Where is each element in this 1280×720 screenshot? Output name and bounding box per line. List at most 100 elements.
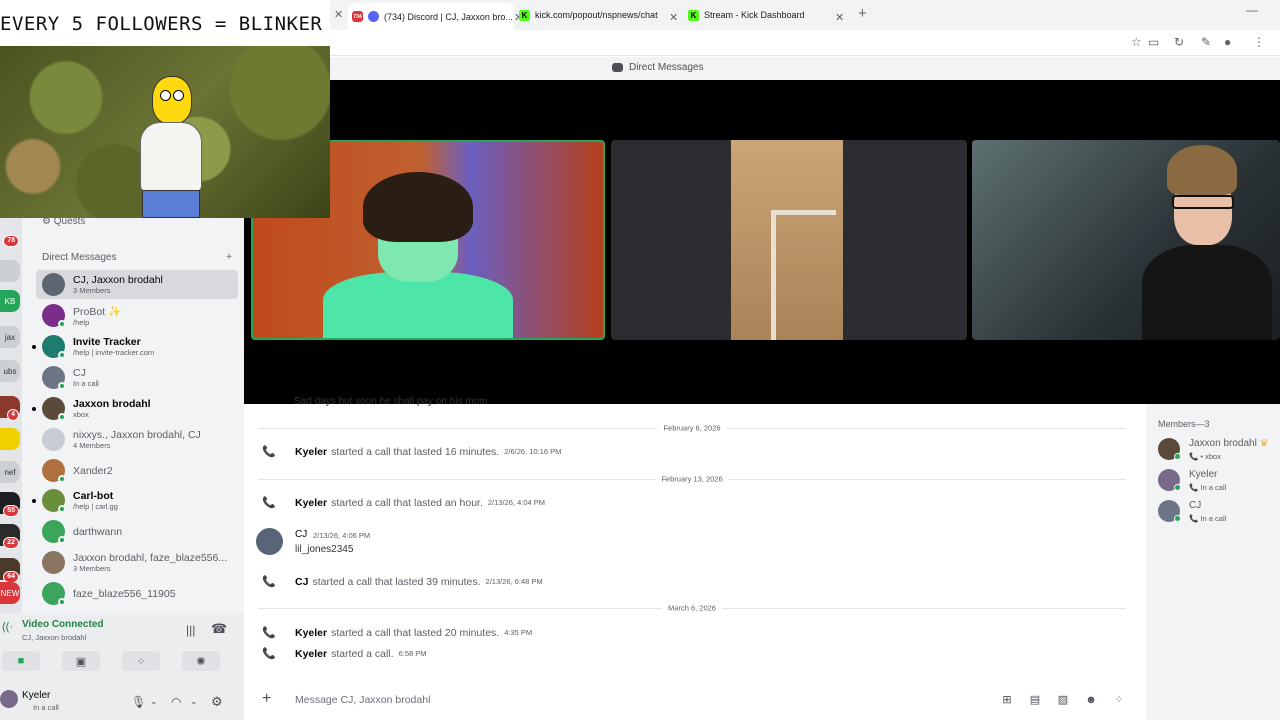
minimize-window-button[interactable]: — (1246, 3, 1258, 17)
status-indicator (58, 598, 66, 606)
activities-button[interactable]: ⁘ (122, 651, 160, 671)
create-dm-button[interactable]: + (226, 252, 232, 263)
microphone-icon[interactable]: 🎙 (131, 695, 146, 709)
message-text: Sad days but soon he shall pay on his mo… (294, 396, 488, 407)
status-indicator (1174, 515, 1181, 522)
chevron-down-icon[interactable]: ⌄ (150, 696, 158, 707)
phone-icon: 📞 (262, 576, 276, 588)
new-tab-button[interactable]: + (858, 5, 867, 22)
server-icon[interactable]: 78 (0, 222, 20, 247)
server-icon[interactable]: jax (0, 326, 20, 348)
server-icon[interactable] (0, 260, 20, 282)
server-icon[interactable]: 64 (0, 558, 20, 583)
apps-icon[interactable]: ⁘ (1113, 694, 1125, 706)
video-button[interactable]: ■ (2, 651, 40, 671)
avatar[interactable] (0, 690, 18, 708)
dm-item[interactable]: darthwann (36, 517, 238, 546)
menu-icon[interactable]: ⋮ (1253, 35, 1265, 49)
phone-icon: 📞 (1189, 514, 1199, 523)
server-icon[interactable] (0, 428, 20, 450)
call-author[interactable]: Kyeler (295, 497, 327, 509)
address-bar[interactable]: ☆ ▭ ↻ ✎ ● ⋮ (328, 30, 1280, 56)
dm-item[interactable]: CJ In a call (36, 363, 238, 392)
dm-item[interactable]: Invite Tracker/help | invite-tracker.com (32, 332, 238, 361)
server-icon[interactable]: KB (0, 290, 20, 312)
refresh-icon[interactable]: ↻ (1174, 35, 1184, 49)
timestamp: 2/13/26, 4:04 PM (487, 498, 545, 507)
member-list: Members—3 Jaxxon brodahl ♛ 📞 • xbox Kyel… (1146, 404, 1280, 720)
star-icon[interactable]: ☆ (1131, 35, 1142, 49)
call-log-item: 📞 Kyeler started a call that lasted an h… (262, 496, 545, 510)
member-name: Kyeler (1189, 469, 1218, 480)
video-tile[interactable] (972, 140, 1280, 340)
dm-item[interactable]: ProBot ✨/help (36, 301, 238, 330)
server-icon[interactable]: nef (0, 461, 20, 483)
tab-kick-dashboard[interactable]: K Stream - Kick Dashboard (688, 4, 846, 26)
dm-item[interactable]: CJ, Jaxxon brodahl 3 Members (36, 270, 238, 299)
dm-item[interactable]: nixxys., Jaxxon brodahl, CJ 4 Members (36, 425, 238, 454)
cartoon-character-image (140, 76, 205, 218)
member-item[interactable]: Jaxxon brodahl ♛ 📞 • xbox (1158, 436, 1278, 464)
dm-item[interactable]: Carl-bot/help | carl.gg (32, 486, 238, 515)
avatar (42, 520, 66, 544)
overlay-image (0, 46, 330, 218)
close-tab-icon[interactable]: ✕ (835, 6, 845, 28)
server-icon[interactable]: ubs (0, 360, 20, 382)
call-text: started a call. (331, 647, 394, 660)
profile-icon[interactable]: ● (1224, 35, 1231, 49)
dm-subtitle: 3 Members (73, 564, 111, 573)
call-author[interactable]: Kyeler (295, 446, 327, 458)
sticker-icon[interactable]: ▨ (1057, 694, 1069, 706)
headphones-icon[interactable]: ◠ (171, 695, 181, 709)
chevron-down-icon[interactable]: ⌄ (190, 696, 198, 707)
close-tab-icon[interactable]: ✕ (669, 6, 679, 28)
dm-item[interactable]: faze_blaze556_11905 (36, 579, 238, 608)
server-label: ubs (3, 366, 17, 376)
tab-label: (734) Discord | CJ, Jaxxon bro... (384, 11, 513, 22)
member-item[interactable]: CJ 📞 In a call (1158, 498, 1278, 526)
extensions-icon[interactable]: ✎ (1201, 35, 1211, 49)
server-icon[interactable]: 22 (0, 524, 20, 549)
call-text: started a call that lasted 16 minutes. (331, 445, 500, 458)
video-camera-icon: ■ (17, 655, 25, 667)
emoji-icon[interactable]: ☻ (1085, 694, 1097, 706)
camera-icon[interactable]: ▭ (1148, 35, 1159, 49)
message-text: lil_jones2345 (295, 544, 354, 555)
disconnect-icon[interactable]: ☎ (211, 621, 227, 637)
unread-indicator (32, 406, 36, 411)
tab-discord[interactable]: 734 (734) Discord | CJ, Jaxxon bro... (348, 3, 514, 30)
message-composer: + Message CJ, Jaxxon brodahl ⊞ ▤ ▨ ☻ ⁘ (244, 680, 1146, 720)
gif-icon[interactable]: ▤ (1029, 694, 1041, 706)
dm-item[interactable]: Jaxxon brodahl xbox (32, 394, 238, 423)
call-author[interactable]: Kyeler (295, 627, 327, 639)
avatar[interactable] (256, 528, 283, 555)
server-icon[interactable]: 4 (0, 396, 20, 421)
message-author[interactable]: CJ (295, 529, 307, 540)
tab-kick-chat[interactable]: K kick.com/popout/nspnews/chat (519, 4, 681, 26)
gift-icon[interactable]: ⊞ (1001, 694, 1013, 706)
call-author[interactable]: Kyeler (295, 648, 327, 660)
add-attachment-button[interactable]: + (262, 690, 271, 708)
member-item[interactable]: Kyeler 📞 In a call (1158, 467, 1278, 495)
video-tile[interactable] (611, 140, 967, 340)
noise-suppression-icon[interactable]: ||| (186, 623, 195, 637)
soundboard-button[interactable]: ✺ (182, 651, 220, 671)
message-input[interactable]: Message CJ, Jaxxon brodahl (295, 694, 430, 706)
server-icon[interactable]: NEW (0, 582, 20, 604)
overlay-banner: EVERY 5 FOLLOWERS = BLINKER (0, 0, 330, 46)
voice-channel-name[interactable]: CJ, Jaxxon brodahl (22, 633, 86, 642)
server-icon[interactable]: 55 (0, 492, 20, 517)
dm-name: Invite Tracker (73, 336, 141, 348)
dm-name: Xander2 (73, 464, 113, 477)
dm-item[interactable]: Jaxxon brodahl, faze_blaze556... 3 Member… (36, 548, 238, 577)
mention-badge: 78 (3, 235, 19, 247)
kick-icon: K (688, 9, 699, 21)
tab-label: kick.com/popout/nspnews/chat (535, 10, 658, 20)
dm-item[interactable]: Xander2 (36, 456, 238, 485)
avatar (42, 366, 66, 390)
call-author[interactable]: CJ (295, 576, 308, 588)
avatar (42, 459, 66, 483)
settings-gear-icon[interactable]: ⚙ (211, 694, 223, 710)
close-tab-icon[interactable]: ✕ (334, 8, 343, 21)
screen-share-button[interactable]: ▣ (62, 651, 100, 671)
